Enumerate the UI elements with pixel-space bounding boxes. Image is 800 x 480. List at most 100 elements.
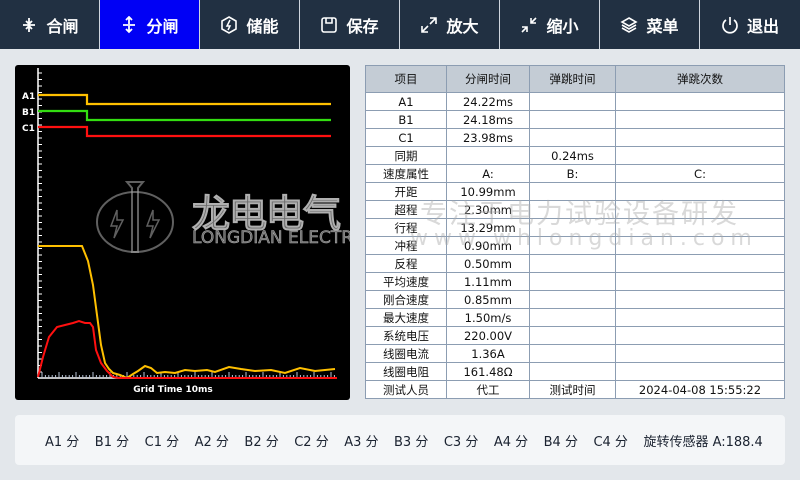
table-row: 线圈电流 1.36A [365, 344, 785, 363]
table-cell [529, 128, 616, 147]
channel-status-item: B1 分 [94, 434, 130, 450]
table-row: 超程 2.30mm [365, 200, 785, 219]
table-row: 线圈电阻 161.48Ω [365, 362, 785, 381]
table-cell: 最大速度 [365, 308, 447, 327]
energy-hexagon-icon [221, 15, 238, 34]
save-icon [321, 16, 338, 33]
table-cell [529, 92, 616, 111]
table-cell [615, 362, 785, 381]
table-cell [615, 254, 785, 273]
channel-status-item: 旋转传感器 A:188.4 [643, 434, 763, 450]
toolbar-button-2[interactable]: 储能 [200, 0, 300, 49]
toolbar-button-3[interactable]: 保存 [300, 0, 400, 49]
column-header: 项目 [365, 65, 447, 93]
table-row: 刚合速度 0.85mm [365, 290, 785, 309]
channel-status-item: C4 分 [593, 434, 628, 450]
table-row: C1 23.98ms [365, 128, 785, 147]
table-cell: 161.48Ω [446, 362, 530, 381]
table-cell [615, 110, 785, 129]
channel-label: B1 [22, 108, 35, 118]
channel-status-item: C3 分 [443, 434, 479, 450]
toolbar-button-label: 储能 [246, 16, 279, 36]
channel-status-item: B4 分 [543, 434, 578, 450]
layers-icon [620, 16, 639, 33]
table-row: 测试人员 代工 测试时间 2024-04-08 15:55:22 [365, 380, 785, 399]
table-row: 行程 13.29mm [365, 218, 785, 237]
table-cell [615, 218, 785, 237]
table-cell [615, 308, 785, 327]
table-row: 最大速度 1.50m/s [365, 308, 785, 327]
power-icon [722, 16, 738, 34]
close-arrows-icon [23, 17, 36, 32]
table-cell: 24.18ms [446, 110, 530, 129]
table-cell [615, 146, 785, 165]
table-cell [615, 272, 785, 291]
results-table: 项目 分闸时间 弹跳时间 弹跳次数 A1 24.22ms B1 24.18ms C1 23.98m… [365, 65, 785, 399]
table-cell [615, 290, 785, 309]
travel-curve [38, 245, 336, 380]
table-cell: 线圈电阻 [365, 362, 447, 381]
table-cell: 0.90mm [446, 236, 530, 255]
table-cell: 13.29mm [446, 218, 530, 237]
table-cell [615, 92, 785, 111]
channel-status-item: A2 分 [194, 434, 229, 450]
channel-A1-trace [38, 93, 331, 106]
table-cell [529, 290, 616, 309]
toolbar-button-5[interactable]: 缩小 [500, 0, 600, 49]
table-cell: 反程 [365, 254, 447, 273]
table-cell: 行程 [365, 218, 447, 237]
table-cell: C: [615, 164, 785, 183]
toolbar-button-0[interactable]: 合闸 [0, 0, 100, 49]
table-cell: C1 [365, 128, 447, 147]
table-cell: 速度属性 [365, 164, 447, 183]
table-cell [529, 344, 616, 363]
channel-status-item: C2 分 [294, 434, 329, 450]
table-cell: 平均速度 [365, 272, 447, 291]
channel-label: C1 [22, 124, 35, 134]
waveform-svg: A1 B1 C1 Grid Time 10ms [22, 68, 337, 395]
table-cell: 线圈电流 [365, 344, 447, 363]
table-cell: A: [446, 164, 530, 183]
table-row: 速度属性 A: B: C: [365, 164, 785, 183]
toolbar-button-label: 分闸 [146, 16, 179, 36]
table-cell [529, 254, 616, 273]
toolbar-button-6[interactable]: 菜单 [600, 0, 700, 49]
table-cell: 0.50mm [446, 254, 530, 273]
table-cell: 1.36A [446, 344, 530, 363]
table-row: 同期 0.24ms [365, 146, 785, 165]
toolbar-button-label: 退出 [746, 16, 779, 36]
toolbar-button-4[interactable]: 放大 [400, 0, 500, 49]
table-cell [615, 200, 785, 219]
table-cell: 代工 [446, 380, 530, 399]
toolbar-button-label: 保存 [346, 16, 379, 36]
table-row: 系统电压 220.00V [365, 326, 785, 345]
table-cell [529, 182, 616, 201]
table-cell: 220.00V [446, 326, 530, 345]
toolbar-button-label: 放大 [446, 16, 479, 36]
shrink-icon [521, 16, 538, 33]
channel-status-item: A4 分 [493, 434, 529, 450]
toolbar-button-label: 缩小 [546, 16, 579, 36]
waveform-chart: A1 B1 C1 Grid Time 10ms 龙电电气 LONGDIAN ELECT… [15, 65, 350, 400]
table-cell [615, 236, 785, 255]
table-cell [529, 110, 616, 129]
table-cell: 0.24ms [529, 146, 616, 165]
toolbar-button-7[interactable]: 退出 [700, 0, 800, 49]
table-cell: 2024-04-08 15:55:22 [615, 380, 785, 399]
channel-status-item: B3 分 [394, 434, 429, 450]
table-cell: B: [529, 164, 616, 183]
table-cell: B1 [365, 110, 447, 129]
table-cell [615, 326, 785, 345]
toolbar-button-1[interactable]: 分闸 [100, 0, 200, 49]
table-cell [529, 218, 616, 237]
toolbar-button-label: 菜单 [646, 16, 679, 36]
x-axis-label: Grid Time 10ms [133, 385, 213, 395]
table-cell: 0.85mm [446, 290, 530, 309]
table-row: 平均速度 1.11mm [365, 272, 785, 291]
column-header: 分闸时间 [446, 65, 530, 93]
table-cell: 刚合速度 [365, 290, 447, 309]
channel-status-item: B2 分 [244, 434, 279, 450]
channel-status-bar: A1 分 B1 分 C1 分 A2 分 B2 分 C2 分 A3 分 B3 分 C3 分 A4 分… [15, 415, 785, 465]
table-cell [529, 308, 616, 327]
table-cell: 测试时间 [529, 380, 616, 399]
